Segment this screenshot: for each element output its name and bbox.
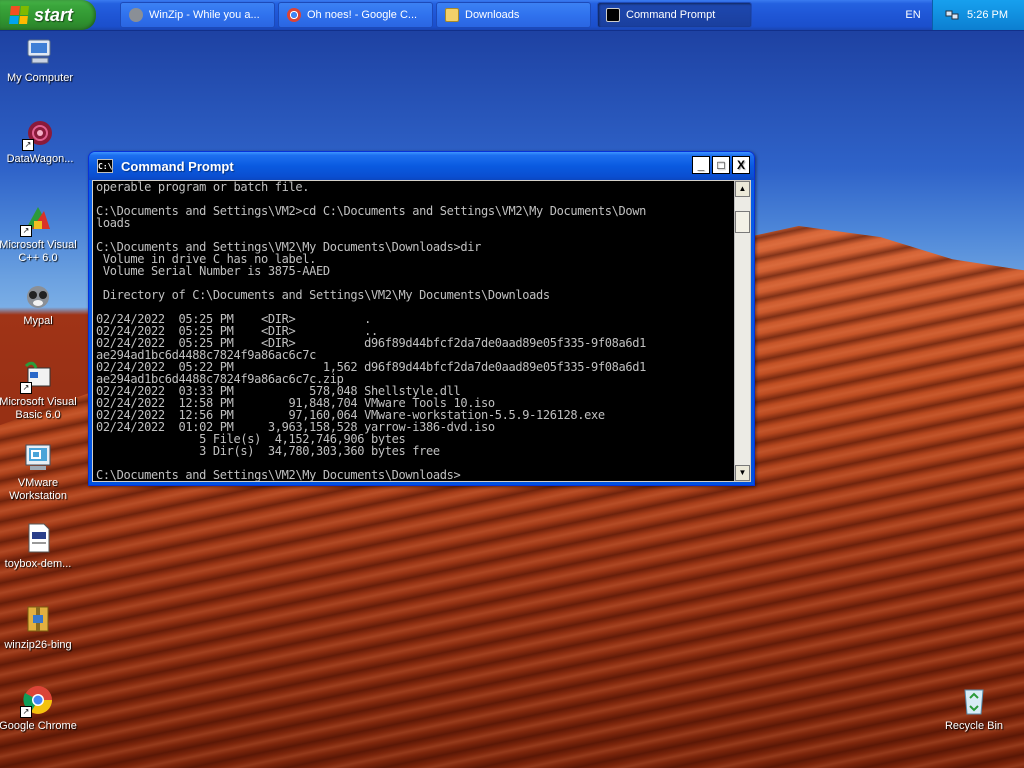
- taskbar-item-label: Oh noes! - Google C...: [307, 9, 418, 21]
- desktop-icon-datawagon[interactable]: ↗ DataWagon...: [0, 117, 80, 166]
- shortcut-arrow-icon: ↗: [22, 139, 34, 151]
- network-icon[interactable]: [945, 8, 959, 22]
- chrome-icon: ↗: [20, 684, 54, 718]
- minimize-button[interactable]: _: [692, 156, 710, 174]
- shortcut-arrow-icon: ↗: [20, 382, 32, 394]
- desktop-icon-label: My Computer: [6, 72, 74, 84]
- cmd-icon: C:\: [97, 159, 113, 173]
- taskbar: start WinZip - While you a... Oh noes! -…: [0, 0, 1024, 31]
- windows-logo-icon: [9, 6, 29, 24]
- taskbar-item-command-prompt[interactable]: Command Prompt: [597, 2, 752, 28]
- window-titlebar[interactable]: C:\ Command Prompt _ □ X: [89, 152, 754, 180]
- vertical-scrollbar[interactable]: ▲ ▼: [734, 181, 750, 481]
- desktop-icon-label: Microsoft Visual C++ 6.0: [0, 239, 77, 264]
- desktop-icon-label: Microsoft Visual Basic 6.0: [0, 396, 77, 421]
- taskbar-item-downloads[interactable]: Downloads: [436, 2, 591, 28]
- close-button[interactable]: X: [732, 156, 750, 174]
- desktop-icon-label: toybox-dem...: [4, 558, 72, 570]
- desktop-icon-mypal[interactable]: Mypal: [0, 279, 78, 328]
- vmware-icon: [22, 441, 54, 473]
- language-indicator[interactable]: EN: [895, 0, 931, 30]
- winzip-icon: [129, 8, 143, 22]
- shortcut-arrow-icon: ↗: [20, 706, 32, 718]
- desktop-icon-toybox[interactable]: toybox-dem...: [0, 522, 78, 571]
- scroll-up-arrow-icon[interactable]: ▲: [735, 181, 750, 197]
- command-prompt-window[interactable]: C:\ Command Prompt _ □ X operable progra…: [88, 151, 755, 486]
- visual-cpp-icon: ↗: [20, 203, 54, 237]
- system-tray: 5:26 PM: [932, 0, 1024, 30]
- folder-icon: [445, 8, 459, 22]
- taskbar-item-label: Downloads: [465, 9, 520, 21]
- desktop-icon-vmware[interactable]: VMware Workstation: [0, 441, 78, 503]
- start-button[interactable]: start: [0, 0, 96, 30]
- desktop-icon-winzip-installer[interactable]: winzip26-bing: [0, 603, 78, 652]
- desktop-icon-google-chrome[interactable]: ↗ Google Chrome: [0, 684, 78, 733]
- window-title: Command Prompt: [121, 158, 234, 174]
- desktop-icon-label: DataWagon...: [6, 153, 74, 165]
- desktop-icon-visual-basic[interactable]: ↗ Microsoft Visual Basic 6.0: [0, 360, 78, 422]
- console-area[interactable]: operable program or batch file. C:\Docum…: [92, 180, 751, 482]
- maximize-button[interactable]: □: [712, 156, 730, 174]
- cmd-icon: [606, 8, 620, 22]
- recycle-bin-icon: [958, 684, 990, 716]
- desktop-icon-my-computer[interactable]: My Computer: [0, 36, 80, 85]
- window-controls: _ □ X: [692, 156, 750, 174]
- desktop-icon-label: winzip26-bing: [4, 639, 72, 651]
- taskbar-item-label: WinZip - While you a...: [149, 9, 260, 21]
- console-output[interactable]: operable program or batch file. C:\Docum…: [96, 181, 736, 481]
- desktop-icon-label: VMware Workstation: [9, 477, 67, 502]
- computer-icon: [24, 36, 56, 68]
- taskbar-item-chrome[interactable]: Oh noes! - Google C...: [278, 2, 433, 28]
- scrollbar-thumb[interactable]: [735, 211, 750, 233]
- document-icon: [22, 522, 54, 554]
- start-label: start: [34, 4, 74, 25]
- taskbar-item-winzip[interactable]: WinZip - While you a...: [120, 2, 275, 28]
- shortcut-arrow-icon: ↗: [20, 225, 32, 237]
- desktop-icon-label: Google Chrome: [0, 720, 77, 732]
- datawagon-icon: ↗: [22, 117, 56, 151]
- taskbar-item-label: Command Prompt: [626, 9, 716, 21]
- desktop-icon-label: Recycle Bin: [944, 720, 1004, 732]
- clock[interactable]: 5:26 PM: [967, 9, 1008, 21]
- desktop-icon-label: Mypal: [23, 315, 53, 327]
- scroll-down-arrow-icon[interactable]: ▼: [735, 465, 750, 481]
- mypal-icon: [22, 279, 54, 311]
- chrome-icon: [287, 8, 301, 22]
- visual-basic-icon: ↗: [20, 360, 54, 394]
- desktop-icon-recycle-bin[interactable]: Recycle Bin: [934, 684, 1014, 733]
- desktop-icon-visual-cpp[interactable]: ↗ Microsoft Visual C++ 6.0: [0, 203, 78, 265]
- winzip-installer-icon: [22, 603, 54, 635]
- desktop: My Computer ↗ DataWagon... ↗ Microsoft V…: [0, 0, 1024, 768]
